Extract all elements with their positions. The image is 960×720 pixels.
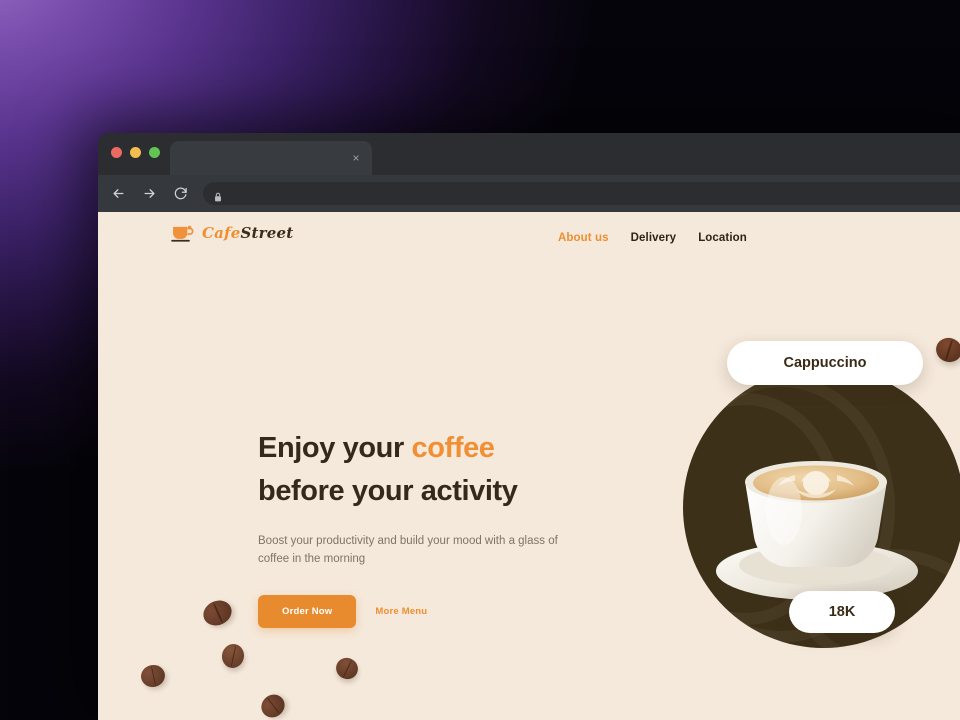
coffee-bean-icon — [332, 654, 362, 683]
browser-titlebar: × — [98, 133, 960, 175]
reload-icon[interactable] — [172, 185, 189, 202]
headline-accent: coffee — [411, 432, 495, 464]
hero-copy: Enjoy your coffee before your activity B… — [258, 427, 588, 629]
back-arrow-icon[interactable] — [110, 185, 127, 202]
product-badge-label: Cappuccino — [783, 355, 867, 371]
nav-item-location[interactable]: Location — [698, 232, 747, 244]
browser-window: × CafeStreet About us Delivery Location … — [98, 133, 960, 720]
minimize-window-button[interactable] — [130, 147, 141, 158]
page-title: Enjoy your coffee before your activity — [258, 427, 588, 513]
lock-icon — [214, 189, 222, 201]
coffee-bean-icon — [219, 641, 247, 671]
site-logo[interactable]: CafeStreet — [170, 222, 293, 244]
forward-arrow-icon[interactable] — [141, 185, 158, 202]
coffee-cup-icon — [170, 222, 196, 244]
coffee-bean-icon — [932, 334, 960, 366]
nav-item-delivery[interactable]: Delivery — [631, 232, 677, 244]
coffee-bean-icon — [138, 662, 168, 690]
close-icon[interactable]: × — [347, 149, 365, 167]
site-header: CafeStreet About us Delivery Location — [98, 212, 960, 272]
browser-toolbar — [98, 175, 960, 212]
maximize-window-button[interactable] — [149, 147, 160, 158]
count-badge: 18K — [789, 591, 895, 633]
logo-text-cafe: Cafe — [202, 224, 241, 242]
hero-subcopy: Boost your productivity and build your m… — [258, 534, 558, 566]
cappuccino-cup-image — [709, 419, 924, 609]
main-nav: About us Delivery Location — [558, 232, 747, 244]
more-menu-button[interactable]: More Menu — [375, 606, 427, 617]
traffic-lights — [111, 147, 160, 158]
cta-row: Order Now More Menu — [258, 595, 588, 629]
logo-text-street: Street — [240, 224, 294, 242]
address-bar[interactable] — [203, 182, 960, 205]
hero-visual: Cappuccino 4.8 ★ 18K — [683, 341, 960, 687]
count-value: 18K — [828, 604, 856, 620]
close-window-button[interactable] — [111, 147, 122, 158]
coffee-bean-icon — [199, 596, 236, 630]
order-now-button[interactable]: Order Now — [258, 595, 357, 629]
headline-line2: before your activity — [258, 474, 518, 507]
page-viewport: CafeStreet About us Delivery Location En… — [98, 212, 960, 720]
browser-tab[interactable]: × — [170, 141, 372, 175]
coffee-bean-icon — [256, 689, 290, 720]
headline-line1-plain: Enjoy your — [258, 432, 412, 464]
nav-item-about-us[interactable]: About us — [558, 232, 609, 244]
product-badge: Cappuccino — [727, 341, 923, 385]
